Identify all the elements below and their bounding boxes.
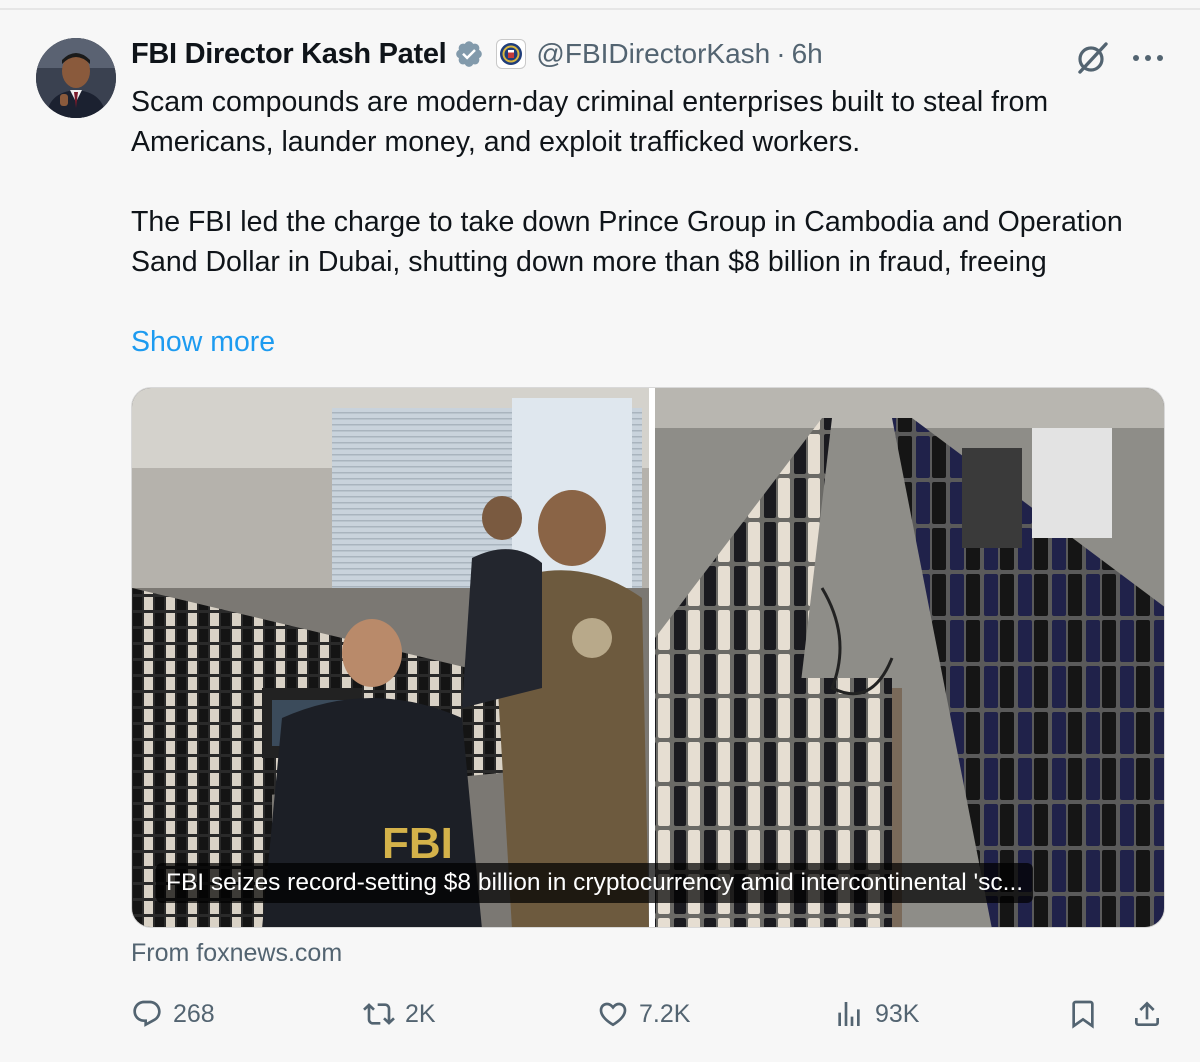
divider xyxy=(0,8,1200,10)
post-timestamp[interactable]: 6h xyxy=(792,38,823,70)
post-header: FBI Director Kash Patel @FBIDirectorKash… xyxy=(131,34,823,74)
like-count: 7.2K xyxy=(639,999,691,1028)
post-text: Scam compounds are modern-day criminal e… xyxy=(131,82,1151,282)
like-button[interactable]: 7.2K xyxy=(597,994,690,1034)
reply-button[interactable]: 268 xyxy=(131,994,215,1034)
share-button[interactable] xyxy=(1131,994,1163,1034)
show-more-link[interactable]: Show more xyxy=(131,322,275,362)
action-bar: 268 2K 7.2K 93K xyxy=(131,994,1165,1034)
avatar[interactable] xyxy=(36,38,116,118)
bookmark-icon xyxy=(1072,1000,1094,1029)
link-card-image[interactable]: FBI FBI seizes record-setting $8 billion… xyxy=(131,387,1165,928)
like-icon xyxy=(599,1002,627,1027)
separator-dot: · xyxy=(776,38,786,69)
link-card-caption[interactable]: FBI seizes record-setting $8 billion in … xyxy=(156,863,1034,903)
reply-icon xyxy=(133,1000,161,1027)
grok-icon[interactable] xyxy=(1072,38,1112,78)
views-icon xyxy=(838,1002,860,1026)
repost-button[interactable]: 2K xyxy=(363,994,436,1034)
author-handle[interactable]: @FBIDirectorKash xyxy=(536,38,770,70)
svg-text:FBI: FBI xyxy=(382,819,453,868)
post-paragraph: The FBI led the charge to take down Prin… xyxy=(131,206,1123,278)
bookmark-button[interactable] xyxy=(1067,994,1099,1034)
repost-icon xyxy=(363,1003,395,1025)
views-button[interactable]: 93K xyxy=(833,994,919,1034)
post-paragraph: Scam compounds are modern-day criminal e… xyxy=(131,86,1049,158)
repost-count: 2K xyxy=(405,999,436,1028)
reply-count: 268 xyxy=(173,999,215,1028)
author-display-name[interactable]: FBI Director Kash Patel xyxy=(131,38,447,71)
fbi-seal-icon[interactable] xyxy=(496,39,527,69)
share-icon xyxy=(1135,1001,1159,1026)
news-photo: FBI xyxy=(132,388,1164,927)
avatar-image xyxy=(36,38,116,118)
link-source[interactable]: From foxnews.com xyxy=(131,936,342,970)
tweet-card[interactable]: FBI Director Kash Patel @FBIDirectorKash… xyxy=(0,0,1200,1062)
views-count: 93K xyxy=(875,999,920,1028)
verified-badge-icon[interactable] xyxy=(454,39,484,69)
more-icon[interactable] xyxy=(1128,48,1168,68)
